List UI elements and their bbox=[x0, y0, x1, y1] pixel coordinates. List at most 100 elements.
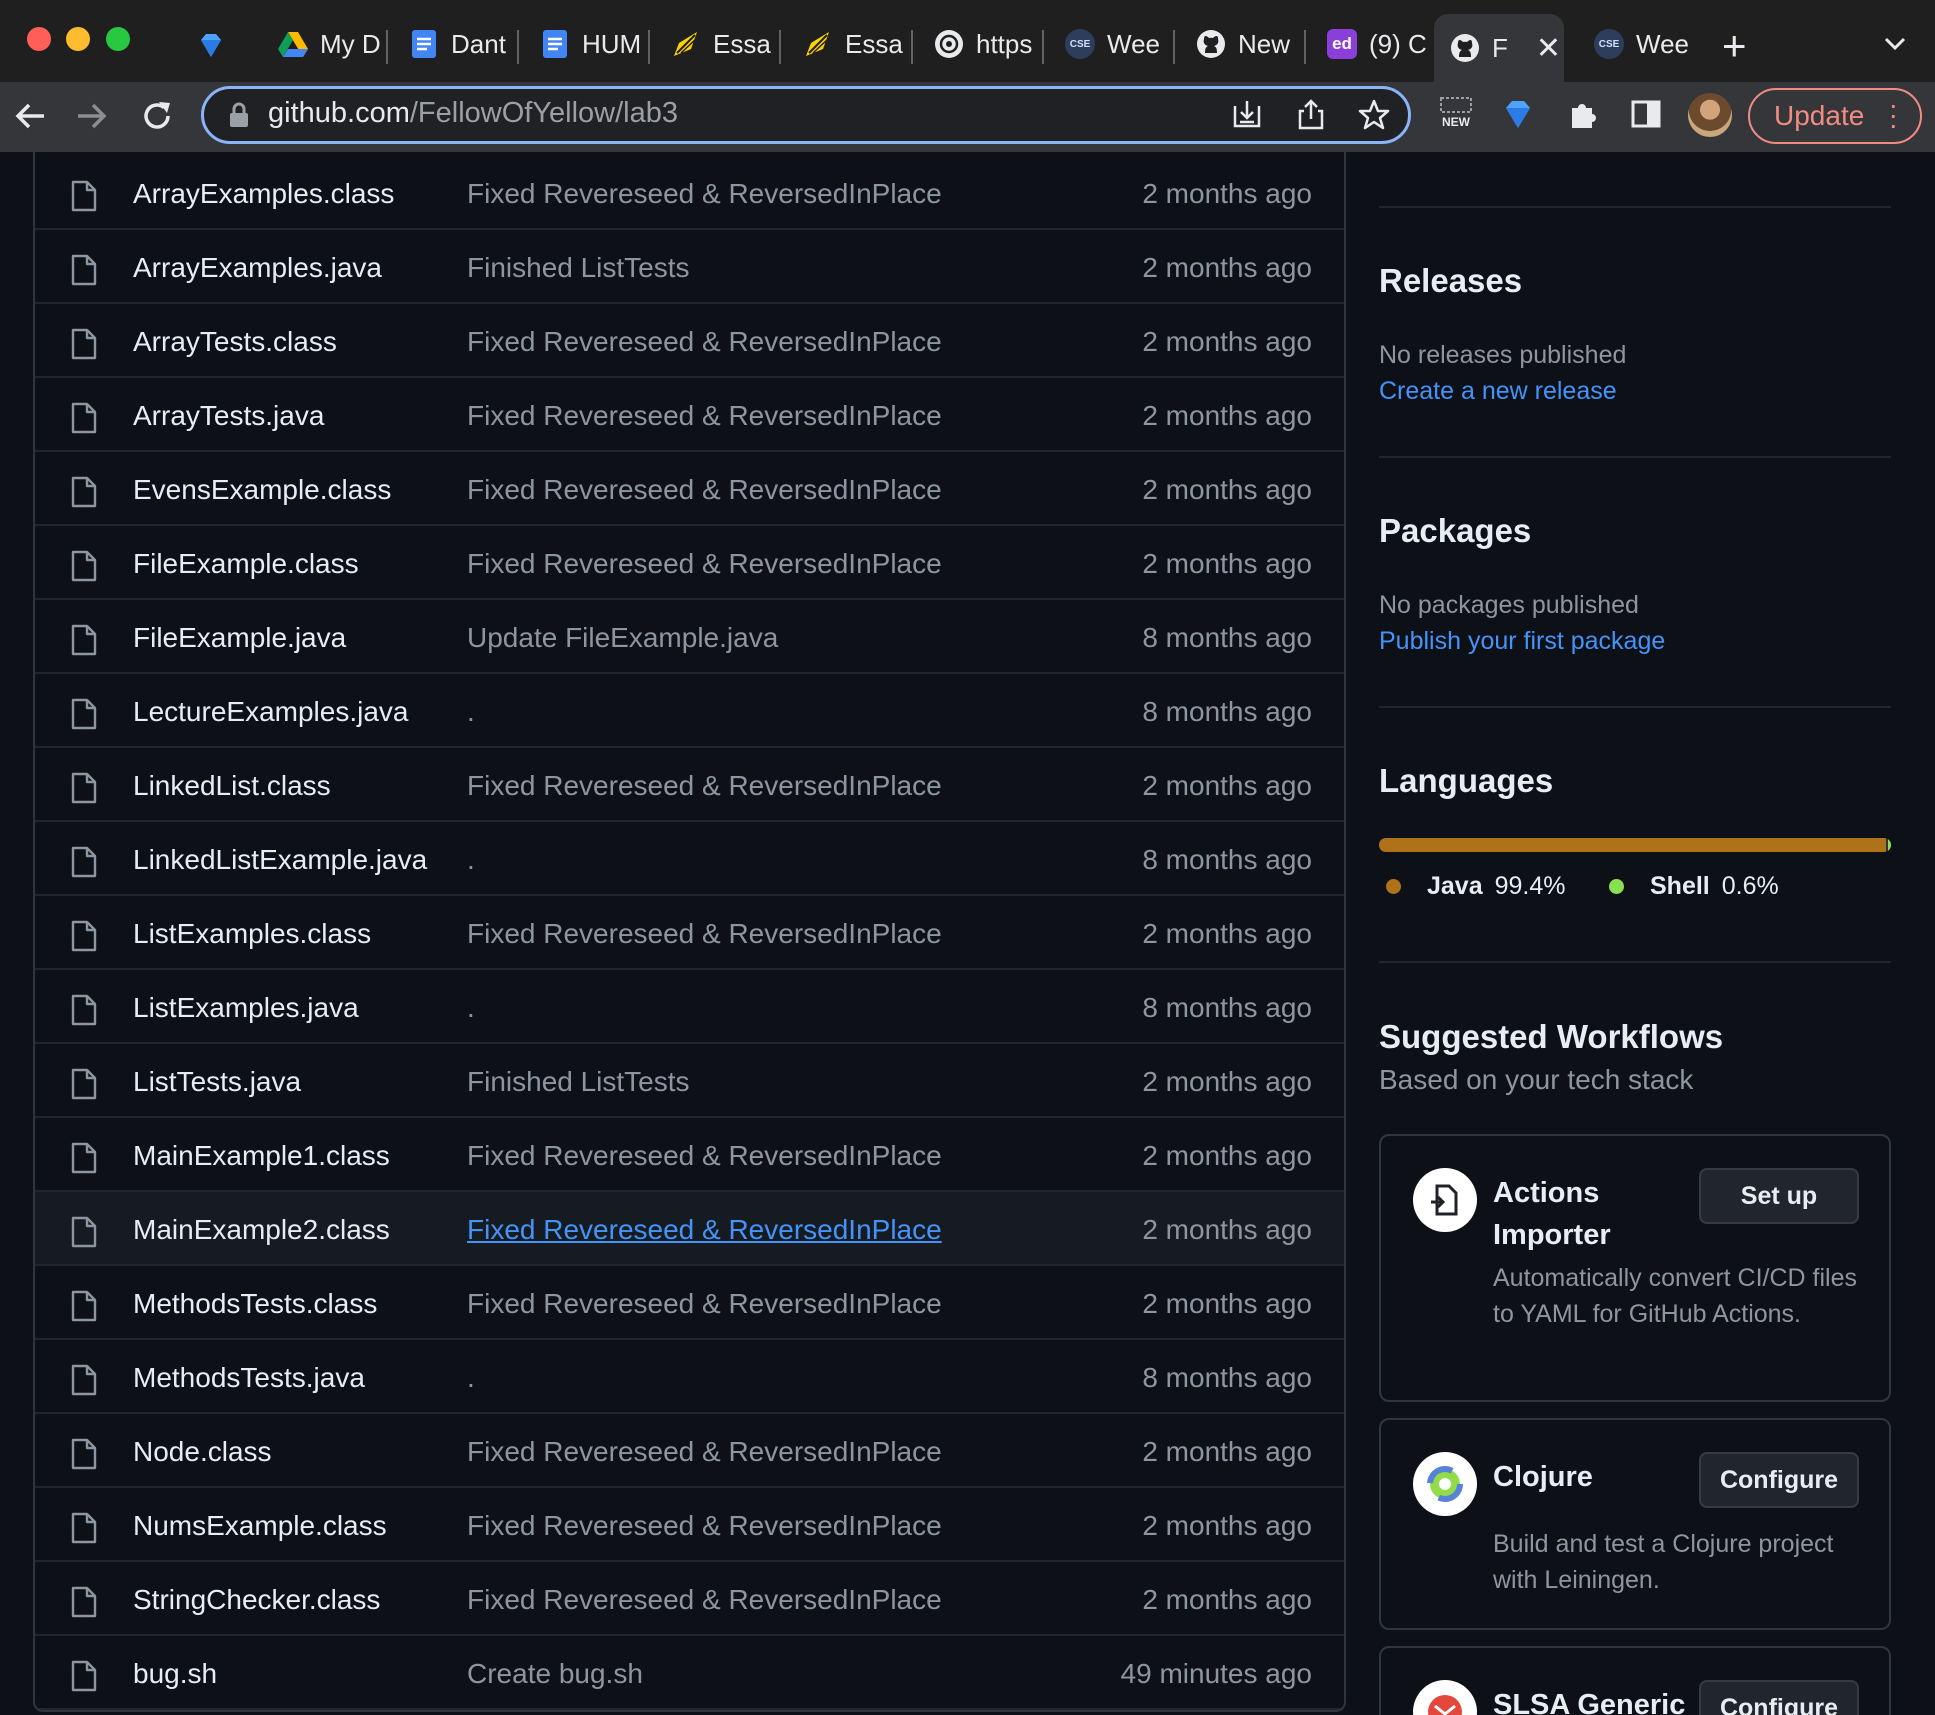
create-release-link[interactable]: Create a new release bbox=[1379, 377, 1617, 406]
tab[interactable]: CSE Wee bbox=[1049, 14, 1167, 74]
side-panel-icon[interactable] bbox=[1628, 96, 1664, 132]
file-name-link[interactable]: Node.class bbox=[133, 1436, 272, 1468]
new-tab-button[interactable]: + bbox=[1722, 22, 1747, 70]
commit-message-link[interactable]: Fixed Revereseed & ReversedInPlace bbox=[467, 548, 942, 580]
pinned-tab-gem-icon[interactable] bbox=[196, 30, 226, 60]
commit-message-link[interactable]: Fixed Revereseed & ReversedInPlace bbox=[467, 1510, 942, 1542]
commit-message-link[interactable]: Update FileExample.java bbox=[467, 622, 778, 654]
file-row[interactable]: ListTests.java Finished ListTests 2 months… bbox=[35, 1044, 1344, 1118]
commit-message-link[interactable]: Fixed Revereseed & ReversedInPlace bbox=[467, 178, 942, 210]
file-name-link[interactable]: ListExamples.java bbox=[133, 992, 359, 1024]
file-name-link[interactable]: ArrayTests.class bbox=[133, 326, 337, 358]
language-shell[interactable]: Shell 0.6% bbox=[1609, 872, 1779, 901]
window-close-button[interactable] bbox=[27, 27, 51, 51]
file-row[interactable]: MethodsTests.class Fixed Revereseed & Rev… bbox=[35, 1266, 1344, 1340]
tab-active[interactable]: F ✕ bbox=[1434, 14, 1564, 82]
gem-extension-icon[interactable] bbox=[1500, 96, 1536, 132]
commit-message-link[interactable]: Fixed Revereseed & ReversedInPlace bbox=[467, 1214, 942, 1246]
file-row[interactable]: ArrayExamples.class Fixed Revereseed & Re… bbox=[35, 156, 1344, 230]
lock-icon[interactable] bbox=[228, 101, 250, 129]
commit-message-link[interactable]: Fixed Revereseed & ReversedInPlace bbox=[467, 1584, 942, 1616]
file-name-link[interactable]: EvensExample.class bbox=[133, 474, 391, 506]
file-name-link[interactable]: ListExamples.class bbox=[133, 918, 371, 950]
commit-message-link[interactable]: Fixed Revereseed & ReversedInPlace bbox=[467, 400, 942, 432]
commit-message-link[interactable]: . bbox=[467, 844, 475, 876]
file-name-link[interactable]: LinkedListExample.java bbox=[133, 844, 427, 876]
commit-message-link[interactable]: Fixed Revereseed & ReversedInPlace bbox=[467, 1436, 942, 1468]
file-name-link[interactable]: LinkedList.class bbox=[133, 770, 331, 802]
file-row[interactable]: FileExample.class Fixed Revereseed & Reve… bbox=[35, 526, 1344, 600]
commit-message-link[interactable]: Finished ListTests bbox=[467, 252, 690, 284]
tab[interactable]: ed (9) C bbox=[1311, 14, 1429, 74]
tab[interactable]: New bbox=[1180, 14, 1298, 74]
commit-message-link[interactable]: Finished ListTests bbox=[467, 1066, 690, 1098]
window-zoom-button[interactable] bbox=[106, 27, 130, 51]
commit-message-link[interactable]: . bbox=[467, 992, 475, 1024]
commit-message-link[interactable]: Fixed Revereseed & ReversedInPlace bbox=[467, 474, 942, 506]
tab[interactable]: Dant bbox=[393, 14, 511, 74]
extensions-puzzle-icon[interactable] bbox=[1564, 96, 1600, 132]
file-row[interactable]: FileExample.java Update FileExample.java 8… bbox=[35, 600, 1344, 674]
bookmark-star-icon[interactable] bbox=[1357, 98, 1391, 132]
window-minimize-button[interactable] bbox=[66, 27, 90, 51]
file-row[interactable]: ArrayExamples.java Finished ListTests 2 mo… bbox=[35, 230, 1344, 304]
file-row[interactable]: NumsExample.class Fixed Revereseed & Reve… bbox=[35, 1488, 1344, 1562]
file-row[interactable]: ArrayTests.class Fixed Revereseed & Rever… bbox=[35, 304, 1344, 378]
file-row[interactable]: ListExamples.java. 8 months ago bbox=[35, 970, 1344, 1044]
profile-avatar[interactable] bbox=[1688, 93, 1732, 137]
commit-message-link[interactable]: Fixed Revereseed & ReversedInPlace bbox=[467, 1140, 942, 1172]
packages-heading[interactable]: Packages bbox=[1379, 512, 1531, 550]
commit-message-link[interactable]: . bbox=[467, 696, 475, 728]
language-java[interactable]: Java 99.4% bbox=[1386, 872, 1566, 901]
file-name-link[interactable]: NumsExample.class bbox=[133, 1510, 387, 1542]
update-button[interactable]: Update · · · bbox=[1748, 88, 1922, 144]
set-up-button[interactable]: Set up bbox=[1699, 1168, 1859, 1224]
url-text[interactable]: github.com/FellowOfYellow/lab3 bbox=[268, 97, 678, 130]
file-row[interactable]: ListExamples.class Fixed Revereseed & Rev… bbox=[35, 896, 1344, 970]
tab[interactable]: https bbox=[918, 14, 1036, 74]
forward-arrow-icon[interactable] bbox=[72, 96, 112, 136]
commit-message-link[interactable]: Create bug.sh bbox=[467, 1658, 643, 1690]
back-arrow-icon[interactable] bbox=[10, 96, 50, 136]
file-name-link[interactable]: MainExample1.class bbox=[133, 1140, 390, 1172]
kebab-menu-icon[interactable]: · · · bbox=[1889, 91, 1898, 139]
file-row[interactable]: Node.class Fixed Revereseed & ReversedInP… bbox=[35, 1414, 1344, 1488]
file-name-link[interactable]: MethodsTests.java bbox=[133, 1362, 365, 1394]
file-name-link[interactable]: ArrayExamples.java bbox=[133, 252, 382, 284]
releases-heading[interactable]: Releases bbox=[1379, 262, 1522, 300]
extension-new-icon[interactable]: NEW bbox=[1438, 96, 1474, 132]
file-name-link[interactable]: ArrayTests.java bbox=[133, 400, 324, 432]
workflow-title[interactable]: SLSA Generic bbox=[1493, 1684, 1723, 1715]
file-row[interactable]: MainExample2.class Fixed Revereseed & Rev… bbox=[35, 1192, 1344, 1266]
file-row[interactable]: ArrayTests.java Fixed Revereseed & Revers… bbox=[35, 378, 1344, 452]
tab[interactable]: Essa bbox=[655, 14, 773, 74]
file-name-link[interactable]: FileExample.class bbox=[133, 548, 359, 580]
tab[interactable]: My D bbox=[262, 14, 380, 74]
tab[interactable]: HUM bbox=[524, 14, 642, 74]
tab[interactable]: Essa bbox=[787, 14, 905, 74]
file-row[interactable]: LinkedList.class Fixed Revereseed & Rever… bbox=[35, 748, 1344, 822]
workflow-title[interactable]: Actions Importer bbox=[1493, 1172, 1693, 1256]
configure-button[interactable]: Configure bbox=[1699, 1680, 1859, 1715]
reload-icon[interactable] bbox=[137, 96, 177, 136]
tab[interactable]: CSE Wee bbox=[1578, 14, 1688, 74]
file-row[interactable]: LectureExamples.java. 8 months ago bbox=[35, 674, 1344, 748]
file-name-link[interactable]: ArrayExamples.class bbox=[133, 178, 394, 210]
file-row[interactable]: StringChecker.class Fixed Revereseed & Re… bbox=[35, 1562, 1344, 1636]
close-tab-icon[interactable]: ✕ bbox=[1536, 31, 1561, 66]
commit-message-link[interactable]: Fixed Revereseed & ReversedInPlace bbox=[467, 918, 942, 950]
file-name-link[interactable]: MethodsTests.class bbox=[133, 1288, 377, 1320]
file-name-link[interactable]: MainExample2.class bbox=[133, 1214, 390, 1246]
file-row[interactable]: MainExample1.class Fixed Revereseed & Rev… bbox=[35, 1118, 1344, 1192]
file-row[interactable]: LinkedListExample.java. 8 months ago bbox=[35, 822, 1344, 896]
file-name-link[interactable]: bug.sh bbox=[133, 1658, 217, 1690]
install-app-icon[interactable] bbox=[1230, 98, 1264, 132]
publish-package-link[interactable]: Publish your first package bbox=[1379, 627, 1665, 656]
file-name-link[interactable]: LectureExamples.java bbox=[133, 696, 408, 728]
workflow-title[interactable]: Clojure bbox=[1493, 1456, 1693, 1498]
commit-message-link[interactable]: . bbox=[467, 1362, 475, 1394]
file-row[interactable]: EvensExample.class Fixed Revereseed & Rev… bbox=[35, 452, 1344, 526]
file-row[interactable]: MethodsTests.java. 8 months ago bbox=[35, 1340, 1344, 1414]
file-name-link[interactable]: FileExample.java bbox=[133, 622, 346, 654]
share-icon[interactable] bbox=[1294, 98, 1328, 132]
